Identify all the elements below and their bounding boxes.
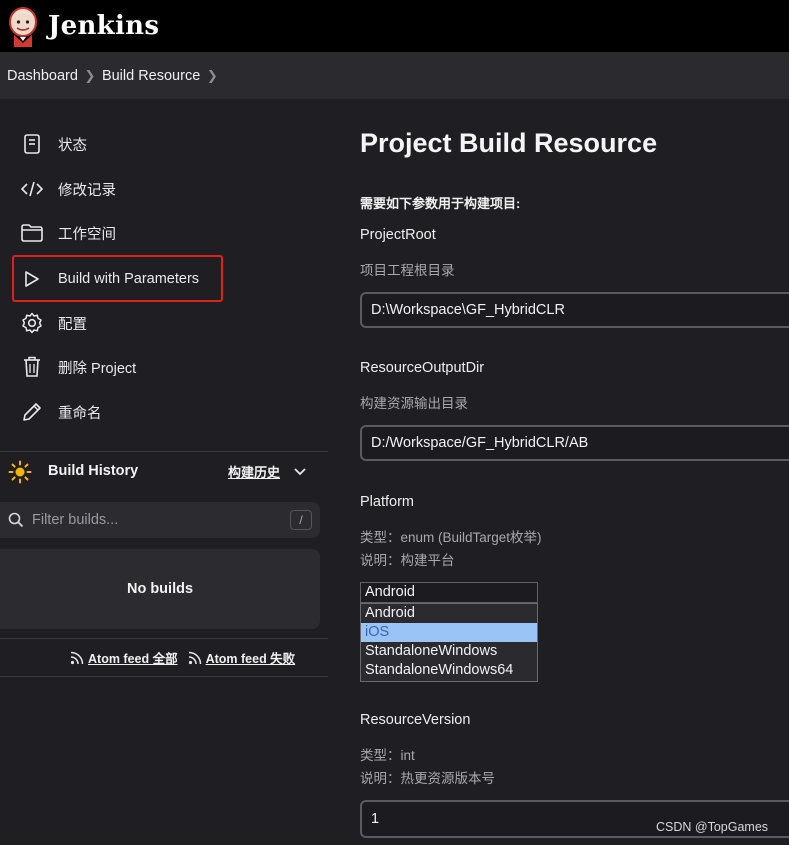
- build-history-title: Build History: [48, 463, 139, 479]
- trash-icon: [20, 355, 44, 379]
- chevron-right-icon: ❯: [84, 67, 96, 83]
- sun-icon: [8, 460, 32, 489]
- param-name-resourceversion: ResourceVersion: [360, 712, 471, 728]
- param-name-projectroot: ProjectRoot: [360, 227, 436, 243]
- no-builds-message: No builds: [0, 549, 320, 629]
- params-description: 需要如下参数用于构建项目:: [360, 196, 521, 211]
- pencil-icon: [20, 400, 44, 424]
- sidebar-item-workspace[interactable]: 工作空间: [14, 213, 220, 253]
- atom-feeds: Atom feed 全部 Atom feed 失败: [0, 638, 328, 676]
- build-history-header: Build History 构建历史: [0, 452, 328, 490]
- sidebar-item-label: 工作空间: [58, 226, 116, 243]
- resourceoutputdir-input[interactable]: D:/Workspace/GF_HybridCLR/AB: [360, 425, 789, 461]
- chevron-down-icon[interactable]: [293, 464, 307, 482]
- code-icon: [20, 177, 44, 201]
- platform-option-hovered[interactable]: iOS: [361, 623, 537, 642]
- shortcut-badge: /: [290, 510, 312, 530]
- atom-feed-failed-link[interactable]: Atom feed 失败: [188, 648, 296, 667]
- param-name-platform: Platform: [360, 494, 414, 510]
- sidebar-item-delete-project[interactable]: 删除 Project: [14, 347, 220, 387]
- sidebar-item-changes[interactable]: 修改记录: [14, 169, 220, 209]
- platform-option[interactable]: StandaloneWindows64: [361, 661, 537, 680]
- param-desc-resourceversion: 说明：热更资源版本号: [360, 771, 495, 786]
- platform-option[interactable]: Android: [361, 604, 537, 623]
- sidebar-item-label: 修改记录: [58, 182, 116, 199]
- param-help-projectroot: 项目工程根目录: [360, 263, 455, 278]
- watermark: CSDN @TopGames: [656, 820, 769, 834]
- chevron-right-icon[interactable]: ❯: [200, 68, 224, 84]
- platform-dropdown-list: Android iOS StandaloneWindows Standalone…: [360, 603, 538, 682]
- build-history-link[interactable]: 构建历史: [228, 462, 280, 481]
- rss-icon: [188, 651, 201, 664]
- jenkins-logo-icon[interactable]: [7, 5, 39, 47]
- platform-option[interactable]: StandaloneWindows: [361, 642, 537, 661]
- sidebar-item-status[interactable]: 状态: [14, 124, 220, 164]
- sidebar-item-label: 配置: [58, 316, 87, 333]
- breadcrumb: Dashboard ❯ Build Resource ❯: [0, 52, 789, 99]
- param-type-resourceversion: 类型：int: [360, 748, 415, 763]
- param-name-resourceoutputdir: ResourceOutputDir: [360, 360, 485, 376]
- atom-feed-failed-label: Atom feed 失败: [205, 652, 296, 666]
- sidebar-item-label: 重命名: [58, 405, 102, 422]
- filter-placeholder: Filter builds...: [32, 512, 119, 528]
- param-desc-platform: 说明：构建平台: [360, 553, 455, 568]
- sidebar-item-configure[interactable]: 配置: [14, 303, 220, 343]
- top-header: Jenkins: [0, 0, 789, 52]
- app-brand[interactable]: Jenkins: [48, 11, 159, 41]
- param-help-resourceoutputdir: 构建资源输出目录: [360, 396, 468, 411]
- folder-icon: [20, 221, 44, 245]
- build-history-panel: Build History 构建历史 Filter builds... / No…: [0, 451, 328, 677]
- param-type-platform: 类型：enum (BuildTarget枚举): [360, 530, 542, 545]
- sidebar-item-label: 删除 Project: [58, 360, 137, 377]
- document-icon: [20, 132, 44, 156]
- sidebar-item-rename[interactable]: 重命名: [14, 392, 220, 432]
- platform-select[interactable]: Android: [360, 582, 538, 603]
- rss-icon: [70, 651, 84, 664]
- breadcrumb-dashboard[interactable]: Dashboard: [0, 68, 78, 84]
- play-icon: [20, 267, 44, 291]
- gear-icon: [20, 311, 44, 335]
- atom-feed-all-label: Atom feed 全部: [88, 652, 178, 666]
- search-icon: [8, 512, 24, 528]
- filter-builds-input[interactable]: Filter builds... /: [0, 502, 320, 538]
- projectroot-input[interactable]: D:\Workspace\GF_HybridCLR: [360, 292, 789, 328]
- atom-feed-all-link[interactable]: Atom feed 全部: [70, 648, 178, 667]
- sidebar-item-build-with-parameters[interactable]: Build with Parameters: [12, 255, 223, 302]
- sidebar-item-label: 状态: [58, 137, 87, 154]
- breadcrumb-build-resource[interactable]: Build Resource: [102, 68, 200, 84]
- page-title: Project Build Resource: [360, 128, 658, 158]
- sidebar-item-label: Build with Parameters: [58, 270, 200, 287]
